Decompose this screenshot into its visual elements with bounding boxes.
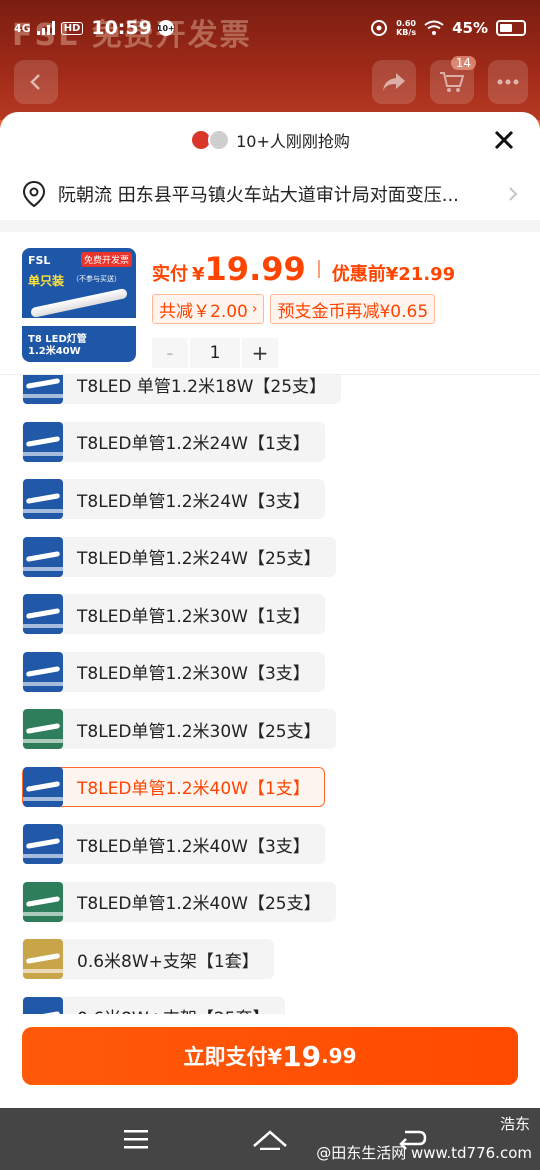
currency-symbol: ¥ [192, 264, 205, 285]
sku-option-label: T8LED单管1.2米40W【3支】 [77, 836, 310, 857]
divider [0, 220, 540, 232]
sku-option[interactable]: T8LED单管1.2米40W【25支】 [22, 881, 336, 922]
sku-option[interactable]: T8LED单管1.2米24W【3支】 [22, 479, 325, 519]
sku-thumbnail [23, 536, 63, 577]
sku-option[interactable]: T8LED 单管1.2米18W【25支】 [22, 375, 342, 404]
sku-option-label: T8LED 单管1.2米18W【25支】 [77, 376, 327, 397]
sku-option[interactable]: T8LED单管1.2米30W【1支】 [22, 594, 325, 634]
sku-thumbnail [23, 939, 63, 979]
sku-option[interactable]: T8LED单管1.2米40W【1支】 [22, 766, 325, 807]
sku-option[interactable]: T8LED单管1.2米30W【25支】 [22, 709, 336, 749]
sku-option-label: T8LED单管1.2米24W【3支】 [77, 491, 310, 512]
sku-thumbnail [23, 594, 63, 634]
gold-coin-chip[interactable]: 预支金币再减¥0.65 [270, 294, 436, 324]
address-text: 阮朝流 田东县平马镇火车站大道审计局对面变压... [58, 185, 459, 206]
sku-thumbnail [23, 824, 63, 864]
price-line: 实付 ¥ 19.99 优惠前¥21.99 [152, 250, 455, 288]
battery-percent: 45% [452, 19, 488, 37]
nav-menu-button[interactable] [116, 1119, 156, 1159]
sku-option-label: 0.6米8W+支架【25套】 [77, 1004, 270, 1014]
quantity-stepper: - 1 + [152, 338, 278, 368]
sku-thumbnail [23, 479, 63, 519]
nav-home-button[interactable] [250, 1119, 290, 1159]
sku-thumbnail [23, 651, 63, 692]
hd-badge: HD [60, 21, 84, 35]
sku-option-label: T8LED单管1.2米30W【25支】 [77, 721, 321, 742]
sku-thumbnail [23, 881, 63, 922]
more-button[interactable] [488, 60, 528, 104]
net-speed: 0.60 KB/s [396, 19, 417, 37]
sku-option-label: T8LED单管1.2米24W【25支】 [77, 549, 321, 569]
sku-thumbnail [23, 996, 63, 1014]
battery-icon [496, 20, 526, 36]
chevron-left-icon [30, 74, 40, 90]
notification-badge: 10+ [157, 20, 175, 36]
sku-options-list: T8LED 单管1.2米18W【25支】 T8LED单管1.2米24W【1支】 T8… [0, 374, 540, 1014]
sku-thumbnail [23, 421, 63, 462]
cart-icon [440, 72, 465, 92]
wifi-icon [424, 20, 444, 35]
network-type: 4G [14, 21, 31, 35]
close-icon [494, 130, 514, 150]
watermark: @田东生活网 www.td776.com [316, 1144, 532, 1162]
back-button[interactable] [14, 60, 58, 104]
buyers-text: 10+人刚刚抢购 [236, 132, 350, 151]
cart-count-badge: 14 [450, 56, 476, 70]
clock: 10:59 [91, 17, 152, 39]
discount-chip[interactable]: 共减￥2.00 › [152, 294, 265, 324]
pay-label: 实付 [152, 264, 188, 285]
sku-option[interactable]: 0.6米8W+支架【1套】 [22, 939, 274, 979]
vibrate-icon [371, 20, 388, 36]
product-image[interactable]: FSL 免费开发票 单只装 （不参与买送） T8 LED灯管 1.2米40W [22, 248, 136, 362]
price-before-discount: 优惠前¥21.99 [331, 264, 456, 285]
close-button[interactable] [488, 124, 520, 156]
sku-option-label: 0.6米8W+支架【1套】 [77, 951, 259, 972]
sku-thumbnail [23, 375, 63, 404]
watermark-top: 浩东 [499, 1115, 530, 1133]
sku-option-label: T8LED单管1.2米24W【1支】 [77, 434, 310, 454]
share-icon [383, 73, 405, 91]
chevron-right-icon [509, 187, 518, 201]
pay-now-button[interactable]: 立即支付¥ 19 .99 [22, 1027, 518, 1085]
share-button[interactable] [372, 60, 416, 104]
more-icon [497, 79, 519, 85]
quantity-value[interactable]: 1 [190, 338, 240, 368]
menu-icon [124, 1130, 148, 1149]
price: 19.99 [204, 250, 306, 288]
sku-thumbnail [23, 709, 63, 749]
signal-icon [36, 21, 55, 35]
sku-option[interactable]: T8LED单管1.2米24W【25支】 [22, 536, 336, 577]
sku-option-label: T8LED单管1.2米40W【25支】 [77, 894, 321, 914]
recent-buyers: 10+人刚刚抢购 [190, 128, 350, 152]
product-summary: FSL 免费开发票 单只装 （不参与买送） T8 LED灯管 1.2米40W 实付… [0, 232, 540, 372]
separator [317, 260, 320, 278]
sku-option[interactable]: T8LED单管1.2米40W【3支】 [22, 824, 325, 864]
address-row[interactable]: 阮朝流 田东县平马镇火车站大道审计局对面变压... [0, 168, 540, 220]
sku-option[interactable]: T8LED单管1.2米24W【1支】 [22, 421, 325, 462]
sheet-header: 10+人刚刚抢购 [0, 112, 540, 168]
sku-option-label: T8LED单管1.2米30W【3支】 [77, 664, 310, 684]
sku-option[interactable]: T8LED单管1.2米30W【3支】 [22, 651, 325, 692]
home-icon [253, 1130, 287, 1150]
location-pin-icon [22, 181, 46, 207]
discount-row: 共减￥2.00 › 预支金币再减¥0.65 [152, 294, 436, 324]
avatar [208, 129, 231, 151]
sku-sheet: 10+人刚刚抢购 阮朝流 田东县平马镇火车站大道审计局对面变压... FSL 免… [0, 112, 540, 1108]
status-bar: 4G HD 10:59 10+ 0.60 KB/s 45% [0, 0, 540, 56]
decrease-button[interactable]: - [152, 338, 188, 368]
increase-button[interactable]: + [242, 338, 278, 368]
sku-thumbnail [23, 766, 63, 807]
chevron-right-icon: › [251, 301, 258, 317]
sku-option-label: T8LED单管1.2米40W【1支】 [77, 779, 310, 799]
sku-option[interactable]: 0.6米8W+支架【25套】 [22, 996, 285, 1014]
sku-option-label: T8LED单管1.2米30W【1支】 [77, 606, 310, 627]
cart-button[interactable]: 14 [430, 56, 476, 104]
